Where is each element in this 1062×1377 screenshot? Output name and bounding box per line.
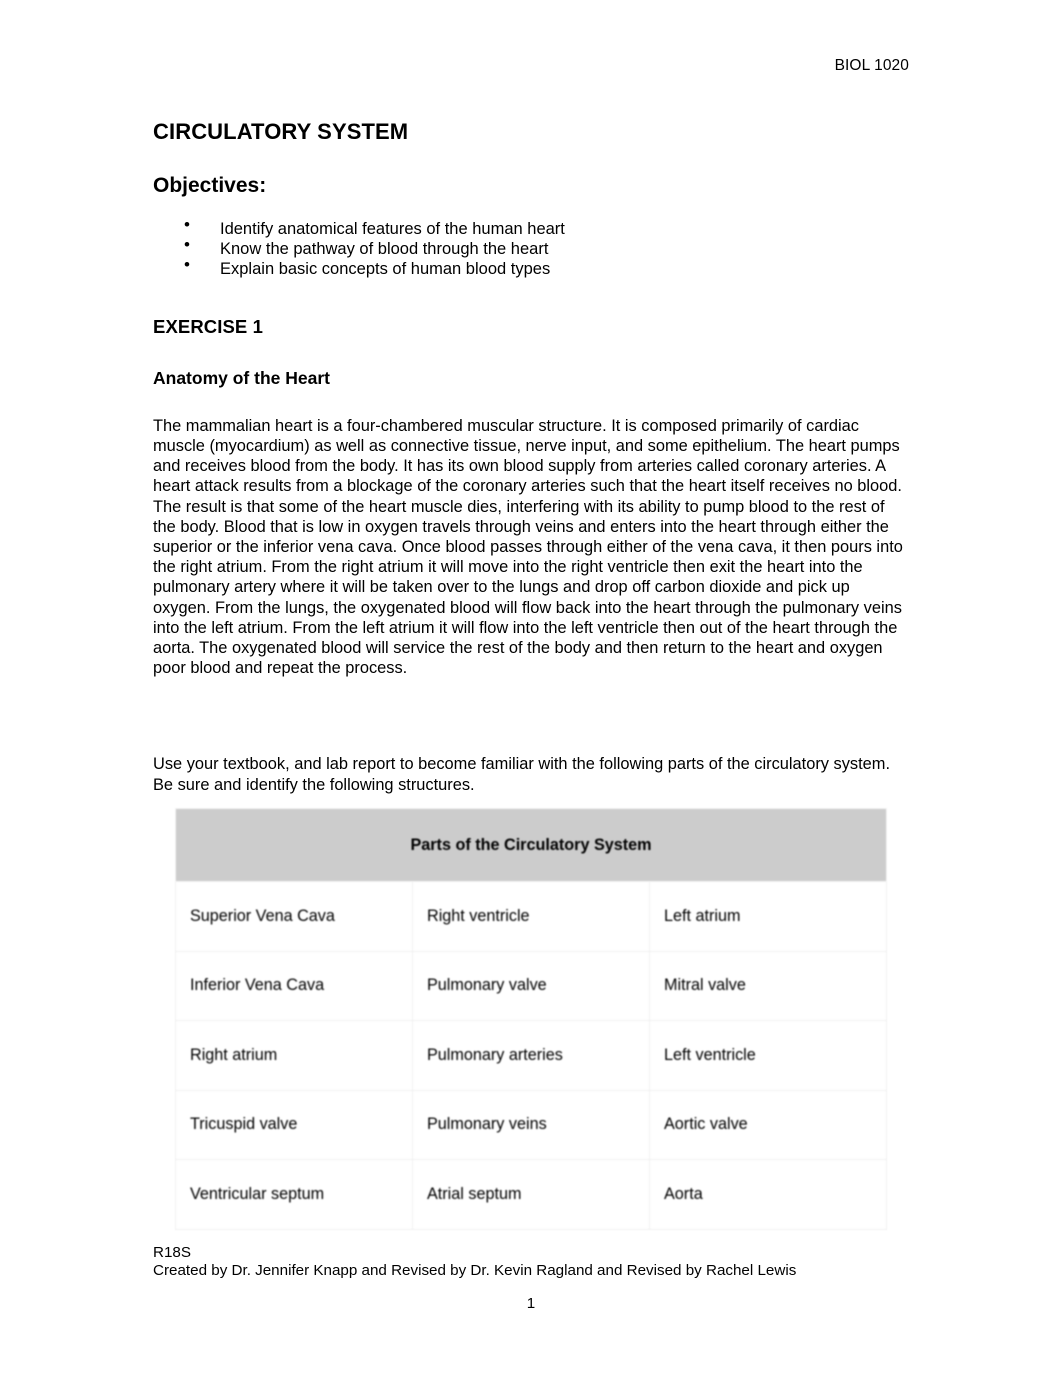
list-item-label: Explain basic concepts of human blood ty… (220, 259, 551, 278)
table-cell: Right ventricle (412, 881, 650, 952)
table-header-row: Parts of the Circulatory System (175, 808, 887, 882)
table-cell: Tricuspid valve (175, 1089, 413, 1160)
document-body: CIRCULATORY SYSTEM Objectives: • Identif… (153, 118, 906, 795)
bullet-icon: • (184, 234, 190, 254)
table-row: Superior Vena Cava Right ventricle Left … (175, 881, 887, 952)
table-cell: Right atrium (175, 1020, 413, 1091)
parts-of-circulatory-system-table: Parts of the Circulatory System Superior… (175, 808, 887, 1230)
page-number: 1 (526, 1295, 536, 1312)
objectives-heading: Objectives: (153, 173, 267, 197)
footer-revision-code: R18S (153, 1244, 191, 1261)
bullet-icon: • (184, 214, 190, 234)
table-cell: Pulmonary veins (412, 1089, 650, 1160)
table-title-cell: Parts of the Circulatory System (175, 808, 887, 882)
list-item: • Identify anatomical features of the hu… (153, 215, 906, 239)
list-item-label: Identify anatomical features of the huma… (220, 219, 565, 238)
table-cell: Pulmonary valve (412, 950, 650, 1021)
page-title: CIRCULATORY SYSTEM (153, 119, 409, 144)
table-row: Tricuspid valve Pulmonary veins Aortic v… (175, 1089, 887, 1160)
table-cell: Pulmonary arteries (412, 1020, 650, 1091)
table-head: Parts of the Circulatory System (175, 808, 887, 882)
table-cell: Left ventricle (649, 1020, 887, 1091)
parts-table-container: Parts of the Circulatory System Superior… (175, 808, 887, 1230)
table-row: Inferior Vena Cava Pulmonary valve Mitra… (175, 950, 887, 1021)
document-footer: R18S Created by Dr. Jennifer Knapp and R… (153, 1244, 913, 1280)
table-cell: Inferior Vena Cava (175, 950, 413, 1021)
exercise-label: EXERCISE 1 (153, 315, 263, 337)
table-row: Right atrium Pulmonary arteries Left ven… (175, 1020, 887, 1091)
table-cell: Atrial septum (412, 1159, 650, 1230)
bullet-icon: • (184, 254, 190, 274)
table-cell: Aortic valve (649, 1089, 887, 1160)
list-item: • Know the pathway of blood through the … (153, 235, 906, 259)
document-page: BIOL 1020 CIRCULATORY SYSTEM Objectives:… (0, 0, 1062, 1377)
section-heading-anatomy: Anatomy of the Heart (153, 367, 330, 388)
instruction-paragraph: Use your textbook, and lab report to bec… (153, 755, 891, 794)
table-cell: Aorta (649, 1159, 887, 1230)
table-cell: Mitral valve (649, 950, 887, 1021)
table-row: Ventricular septum Atrial septum Aorta (175, 1159, 887, 1230)
footer-credits: Created by Dr. Jennifer Knapp and Revise… (153, 1262, 797, 1279)
running-header-course-code: BIOL 1020 (834, 57, 909, 74)
table-body: Superior Vena Cava Right ventricle Left … (175, 881, 887, 1230)
list-item: • Explain basic concepts of human blood … (153, 255, 906, 279)
list-item-label: Know the pathway of blood through the he… (220, 239, 549, 258)
table-cell: Left atrium (649, 881, 887, 952)
table-cell: Ventricular septum (175, 1159, 413, 1230)
objectives-list: • Identify anatomical features of the hu… (153, 215, 906, 279)
body-paragraph: The mammalian heart is a four-chambered … (153, 416, 903, 678)
table-cell: Superior Vena Cava (175, 881, 413, 952)
